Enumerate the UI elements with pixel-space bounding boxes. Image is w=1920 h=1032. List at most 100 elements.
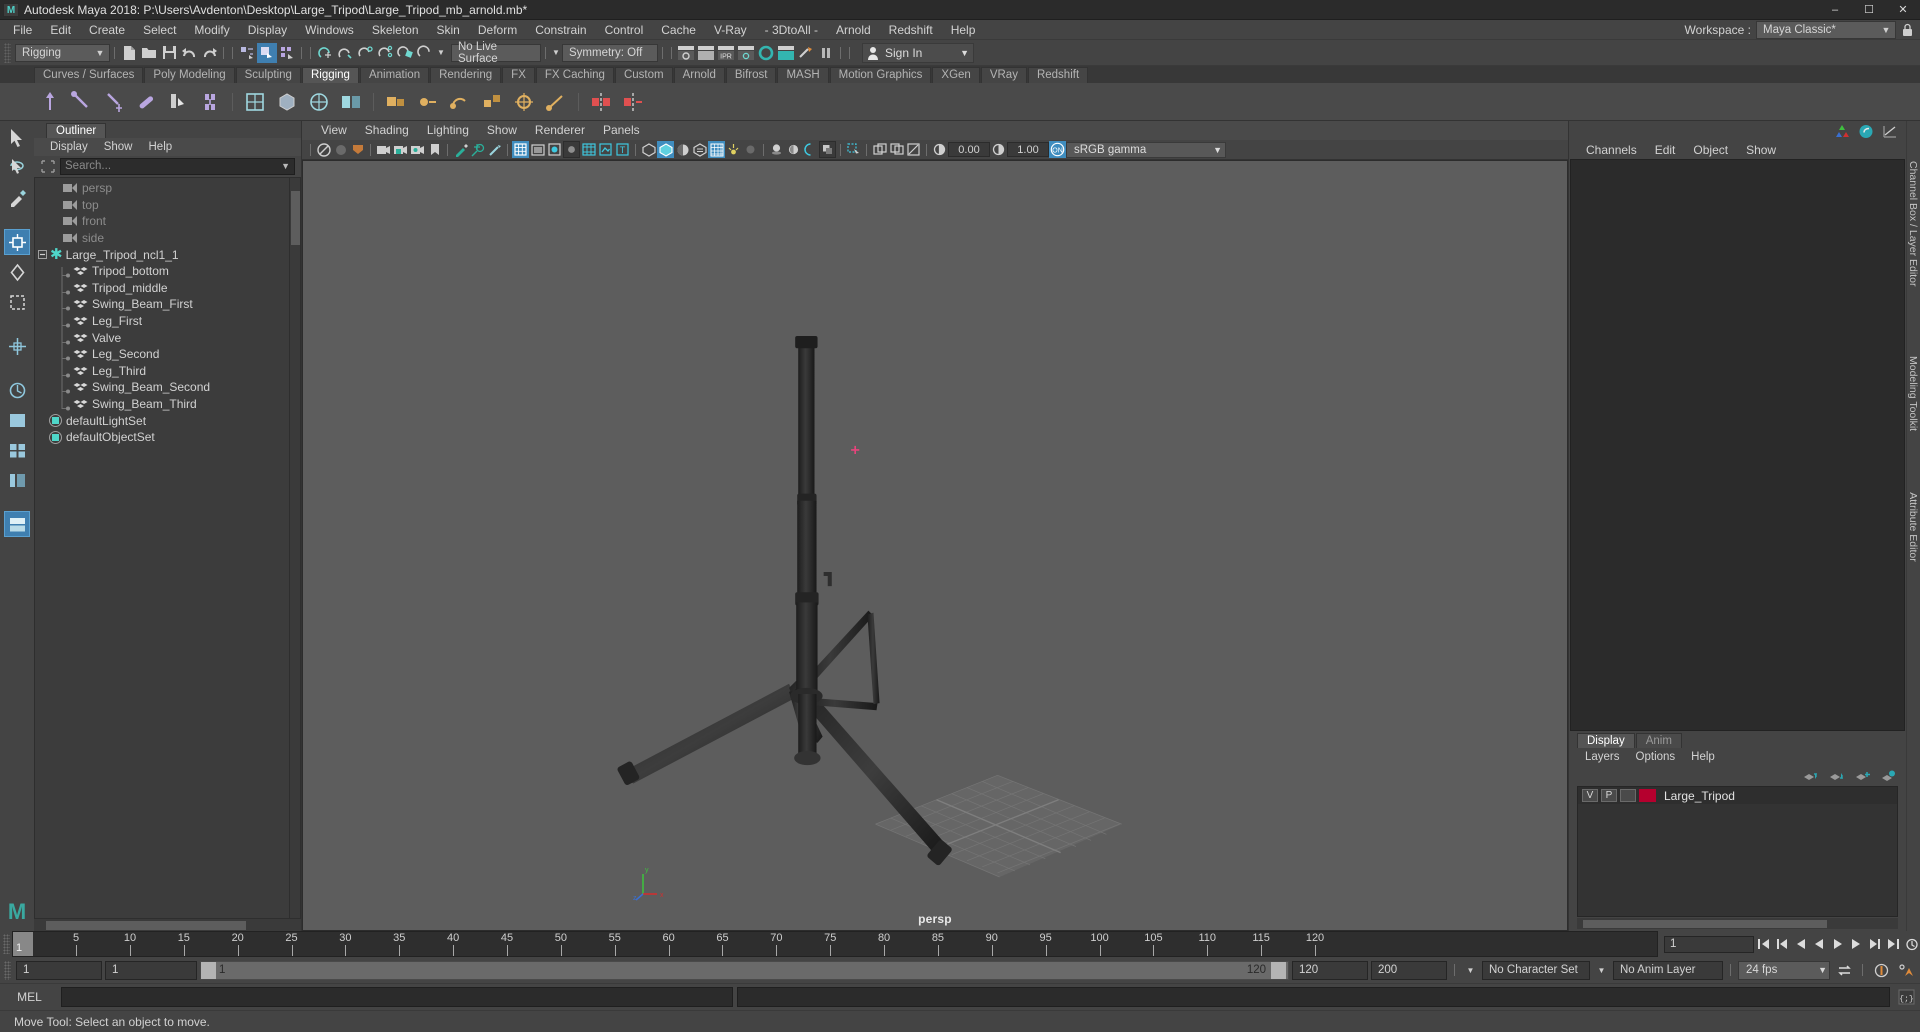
use-all-lights-icon[interactable] (597, 141, 614, 158)
color-space-selector[interactable]: sRGB gamma ▼ (1066, 141, 1226, 158)
wrap-deformer-icon[interactable] (274, 89, 300, 115)
playback-start-field[interactable]: 1 (105, 960, 197, 980)
motion-blur-icon[interactable] (725, 141, 742, 158)
outliner-item-persp[interactable]: persp (35, 180, 300, 197)
menu-3dtoall[interactable]: - 3DtoAll - (756, 20, 827, 40)
shelf-tab-fx-caching[interactable]: FX Caching (535, 67, 614, 83)
outliner-item-tripod-bottom[interactable]: Tripod_bottom (35, 263, 300, 285)
chevron-down-icon[interactable]: ▼ (281, 161, 290, 171)
search-input[interactable]: Search... ▼ (60, 157, 295, 175)
go-to-end-icon[interactable] (1885, 936, 1902, 953)
animation-end-field[interactable]: 200 (1371, 960, 1447, 980)
loop-playback-icon[interactable] (1833, 962, 1855, 979)
menu-skin[interactable]: Skin (428, 20, 469, 40)
scale-tool[interactable] (4, 289, 30, 315)
new-scene-icon[interactable] (119, 43, 139, 63)
symmetry-field[interactable]: Symmetry: Off (562, 43, 658, 62)
channelbox-menu-object[interactable]: Object (1684, 141, 1737, 159)
shadow-map-icon[interactable] (768, 141, 785, 158)
bookmark-camera-icon[interactable] (349, 141, 366, 158)
command-input[interactable] (61, 987, 733, 1007)
orient-constraint-icon[interactable] (447, 89, 473, 115)
viewport-3d-canvas[interactable]: y x z persp (302, 160, 1568, 931)
channel-box-content[interactable] (1570, 159, 1905, 731)
shelf-tab-bifrost[interactable]: Bifrost (725, 67, 777, 83)
mirror-skin-weights-icon[interactable] (620, 89, 646, 115)
viewport-menu-shading[interactable]: Shading (356, 121, 418, 140)
shelf-tab-rendering[interactable]: Rendering (430, 67, 502, 83)
create-layer-icon[interactable] (1855, 770, 1870, 782)
shelf-tab-animation[interactable]: Animation (359, 67, 430, 83)
shadows-off-icon[interactable] (640, 141, 657, 158)
menu-create[interactable]: Create (80, 20, 134, 40)
outliner-item-tripod-middle[interactable]: Tripod_middle (35, 280, 300, 301)
xray-icon[interactable] (486, 141, 503, 158)
redo-render-icon[interactable] (696, 43, 716, 63)
graph-editor-icon[interactable] (1882, 124, 1898, 139)
lock-camera-icon[interactable] (392, 141, 409, 158)
menu-select[interactable]: Select (134, 20, 185, 40)
outliner-item-swing-beam-third[interactable]: Swing_Beam_Third (35, 396, 300, 413)
layer-row[interactable]: V P Large_Tripod (1578, 787, 1897, 804)
layers-menu-options[interactable]: Options (1628, 751, 1684, 763)
rangeslider-grip[interactable] (4, 960, 11, 980)
scrollbar-thumb[interactable] (291, 191, 300, 245)
step-back-key-icon[interactable] (1774, 936, 1791, 953)
channelbox-menu-edit[interactable]: Edit (1646, 141, 1685, 159)
scrollbar-thumb[interactable] (46, 920, 246, 930)
paint-select-tool[interactable] (4, 185, 30, 211)
outliner-item-top[interactable]: top (35, 197, 300, 214)
tab-anim-layers[interactable]: Anim (1635, 733, 1682, 748)
animation-preferences-window-icon[interactable] (1895, 962, 1917, 979)
insert-joint-icon[interactable] (133, 89, 159, 115)
vtab-channel-box-layer-editor[interactable]: Channel Box / Layer Editor (1907, 161, 1919, 287)
tab-outliner[interactable]: Outliner (46, 123, 107, 138)
character-set-caret-icon[interactable]: ▼ (1462, 962, 1479, 979)
vtab-modeling-toolkit[interactable]: Modeling Toolkit (1907, 356, 1919, 431)
shelf-tab-fx[interactable]: FX (502, 67, 535, 83)
channelbox-menu-channels[interactable]: Channels (1577, 141, 1646, 159)
camera-attributes-icon[interactable] (332, 141, 349, 158)
open-scene-icon[interactable] (139, 43, 159, 63)
camera-settings-icon[interactable] (409, 141, 426, 158)
animation-preferences-icon[interactable] (1904, 936, 1920, 953)
paint-skin-weights-icon[interactable] (197, 89, 223, 115)
bookmark-icon[interactable] (426, 141, 443, 158)
maximize-button[interactable]: ☐ (1852, 0, 1886, 20)
snap-to-view-plane-icon[interactable] (395, 43, 415, 63)
layer-color-swatch[interactable] (1639, 789, 1656, 802)
layer-shading-toggle[interactable] (1620, 789, 1636, 802)
shaded-material-icon[interactable] (674, 141, 691, 158)
menu-arnold[interactable]: Arnold (827, 20, 880, 40)
cluster-deformer-icon[interactable] (306, 89, 332, 115)
wireframe-on-shaded-icon[interactable] (563, 141, 580, 158)
smooth-shade-selected-icon[interactable] (546, 141, 563, 158)
select-by-object-icon[interactable] (257, 42, 277, 63)
minimize-button[interactable]: – (1818, 0, 1852, 20)
panel-zoom-in-icon[interactable] (871, 141, 888, 158)
shelf-tab-motion-graphics[interactable]: Motion Graphics (829, 67, 932, 83)
menu-help[interactable]: Help (942, 20, 985, 40)
fps-selector[interactable]: 24 fps ▼ (1738, 960, 1830, 980)
outliner-item-valve[interactable]: Valve (35, 329, 300, 351)
shelf-tab-curves-surfaces[interactable]: Curves / Surfaces (34, 67, 144, 83)
play-forwards-icon[interactable] (1830, 936, 1847, 953)
image-plane-icon[interactable] (375, 141, 392, 158)
outliner-menu-help[interactable]: Help (141, 138, 181, 156)
display-text-icon[interactable]: T (614, 141, 631, 158)
tab-display-layers[interactable]: Display (1577, 733, 1635, 748)
expander-icon[interactable] (38, 250, 50, 260)
mirror-joint-icon[interactable] (588, 89, 614, 115)
lock-icon[interactable] (1901, 23, 1914, 37)
live-surface-field[interactable]: No Live Surface (451, 41, 541, 65)
outliner-item-leg-second[interactable]: Leg_Second (35, 346, 300, 368)
snap-to-grid-icon[interactable] (315, 43, 335, 63)
undo-icon[interactable] (179, 43, 199, 63)
light-editor-icon[interactable] (796, 43, 816, 63)
hypershade-icon[interactable] (756, 43, 776, 63)
playback-end-field[interactable]: 120 (1292, 960, 1368, 980)
shelf-tab-poly-modeling[interactable]: Poly Modeling (144, 67, 235, 83)
persp-graph-layout-icon[interactable] (4, 511, 30, 537)
layers-menu-layers[interactable]: Layers (1577, 751, 1628, 763)
layer-list[interactable]: V P Large_Tripod (1577, 786, 1898, 917)
